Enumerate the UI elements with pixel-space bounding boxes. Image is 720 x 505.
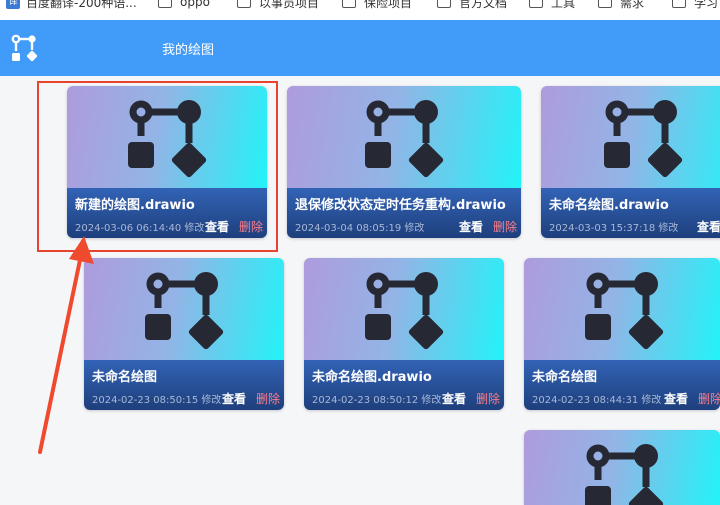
- drawing-card[interactable]: [524, 430, 720, 505]
- drawing-name: 未命名绘图.drawio: [549, 198, 669, 213]
- drawing-card[interactable]: 未命名绘图.drawio 2024-02-23 08:50:12 修改 查看 删…: [304, 258, 504, 410]
- drawing-card[interactable]: 未命名绘图 2024-02-23 08:44:31 修改 查看 删除: [524, 258, 720, 410]
- drawing-card[interactable]: 未命名绘图.drawio 2024-03-03 15:37:18 修改 查看 删…: [541, 86, 720, 238]
- folder-icon: [672, 0, 686, 8]
- modified-label: 修改: [404, 223, 425, 234]
- card-info: 新建的绘图.drawio 2024-03-06 06:14:40 修改 查看 删…: [67, 188, 267, 238]
- folder-icon: [237, 0, 251, 8]
- drawing-card[interactable]: 未命名绘图 2024-02-23 08:50:15 修改 查看 删除: [84, 258, 284, 410]
- drawing-thumbnail[interactable]: [304, 258, 504, 360]
- modified-label: 修改: [421, 395, 442, 406]
- drawing-meta: 2024-02-23 08:50:15 修改: [92, 391, 221, 406]
- modified-date: 2024-03-03 15:37:18: [549, 223, 656, 234]
- bookmark-0[interactable]: 译 百度翻译-200种语...: [6, 0, 137, 12]
- view-button[interactable]: 查看: [697, 218, 720, 235]
- modified-date: 2024-03-06 06:14:40: [75, 223, 182, 234]
- modified-date: 2024-02-23 08:50:15: [92, 395, 199, 406]
- card-info: 未命名绘图 2024-02-23 08:50:15 修改 查看 删除: [84, 360, 284, 410]
- bookmark-label: 保险项目: [364, 0, 413, 10]
- drawing-name: 退保修改状态定时任务重构.drawio: [295, 198, 506, 213]
- drawing-thumbnail[interactable]: [287, 86, 521, 188]
- page-title[interactable]: 我的绘图: [162, 39, 214, 58]
- diagram-placeholder-icon: [585, 444, 664, 505]
- modified-label: 修改: [641, 395, 662, 406]
- folder-icon: [529, 0, 543, 8]
- modified-label: 修改: [201, 395, 222, 406]
- card-info: 未命名绘图.drawio 2024-03-03 15:37:18 修改 查看 删…: [541, 188, 720, 238]
- delete-button[interactable]: 删除: [476, 390, 500, 407]
- folder-icon: [598, 0, 612, 8]
- drawing-name: 未命名绘图: [532, 370, 598, 385]
- delete-button[interactable]: 删除: [493, 218, 517, 235]
- diagram-logo-icon[interactable]: [9, 32, 41, 64]
- bookmark-label: 工具: [551, 0, 576, 10]
- view-button[interactable]: 查看: [222, 390, 246, 407]
- diagram-placeholder-icon: [604, 100, 683, 178]
- bookmark-label: 官方文档: [459, 0, 508, 10]
- diagram-placeholder-icon: [365, 272, 444, 350]
- card-info: 退保修改状态定时任务重构.drawio 2024-03-04 08:05:19 …: [287, 188, 521, 238]
- diagram-placeholder-icon: [365, 100, 444, 178]
- app-header: 我的绘图: [0, 20, 720, 76]
- bookmarks-bar: 译 百度翻译-200种语... oppo 以事员项目 保险项目 官方文档 工具 …: [0, 0, 720, 20]
- delete-button[interactable]: 删除: [256, 390, 280, 407]
- translate-logo-icon: 译: [6, 0, 20, 9]
- modified-date: 2024-02-23 08:44:31: [532, 395, 639, 406]
- card-info: 未命名绘图 2024-02-23 08:44:31 修改 查看 删除: [524, 360, 720, 410]
- drawing-meta: 2024-03-04 08:05:19 修改: [295, 219, 424, 234]
- drawing-meta: 2024-03-03 15:37:18 修改: [549, 219, 678, 234]
- bookmark-1[interactable]: oppo: [158, 0, 210, 12]
- bookmark-label: oppo: [180, 0, 210, 9]
- modified-date: 2024-03-04 08:05:19: [295, 223, 402, 234]
- drawing-name: 未命名绘图.drawio: [312, 370, 432, 385]
- bookmark-3[interactable]: 保险项目: [342, 0, 412, 12]
- drawing-card[interactable]: 退保修改状态定时任务重构.drawio 2024-03-04 08:05:19 …: [287, 86, 521, 238]
- bookmark-label: 以事员项目: [259, 0, 320, 10]
- view-button[interactable]: 查看: [205, 218, 229, 235]
- bookmark-7[interactable]: 学习: [672, 0, 718, 12]
- diagram-placeholder-icon: [585, 272, 664, 350]
- folder-icon: [158, 0, 172, 8]
- card-info: 未命名绘图.drawio 2024-02-23 08:50:12 修改 查看 删…: [304, 360, 504, 410]
- delete-button[interactable]: 删除: [698, 390, 720, 407]
- folder-icon: [437, 0, 451, 8]
- bookmark-6[interactable]: 需求: [598, 0, 644, 12]
- drawing-meta: 2024-03-06 06:14:40 修改: [75, 219, 204, 234]
- drawing-thumbnail[interactable]: [524, 258, 720, 360]
- diagram-placeholder-icon: [128, 100, 207, 178]
- delete-button[interactable]: 删除: [239, 218, 263, 235]
- bookmark-2[interactable]: 以事员项目: [237, 0, 319, 12]
- bookmark-5[interactable]: 工具: [529, 0, 575, 12]
- drawing-thumbnail[interactable]: [84, 258, 284, 360]
- drawing-card[interactable]: 新建的绘图.drawio 2024-03-06 06:14:40 修改 查看 删…: [67, 86, 267, 238]
- bookmark-label: 学习: [694, 0, 719, 10]
- bookmark-4[interactable]: 官方文档: [437, 0, 507, 12]
- modified-date: 2024-02-23 08:50:12: [312, 395, 419, 406]
- view-button[interactable]: 查看: [442, 390, 466, 407]
- drawing-meta: 2024-02-23 08:50:12 修改: [312, 391, 441, 406]
- modified-label: 修改: [184, 223, 205, 234]
- drawing-thumbnail[interactable]: [541, 86, 720, 188]
- page: 译 百度翻译-200种语... oppo 以事员项目 保险项目 官方文档 工具 …: [0, 0, 720, 505]
- drawing-thumbnail[interactable]: [524, 430, 720, 505]
- modified-label: 修改: [658, 223, 679, 234]
- bookmark-label: 百度翻译-200种语...: [26, 0, 137, 10]
- diagram-placeholder-icon: [145, 272, 224, 350]
- drawing-thumbnail[interactable]: [67, 86, 267, 188]
- folder-icon: [342, 0, 356, 8]
- drawing-meta: 2024-02-23 08:44:31 修改: [532, 391, 661, 406]
- bookmark-label: 需求: [620, 0, 645, 10]
- drawing-name: 未命名绘图: [92, 370, 158, 385]
- view-button[interactable]: 查看: [459, 218, 483, 235]
- view-button[interactable]: 查看: [664, 390, 688, 407]
- drawing-name: 新建的绘图.drawio: [75, 198, 195, 213]
